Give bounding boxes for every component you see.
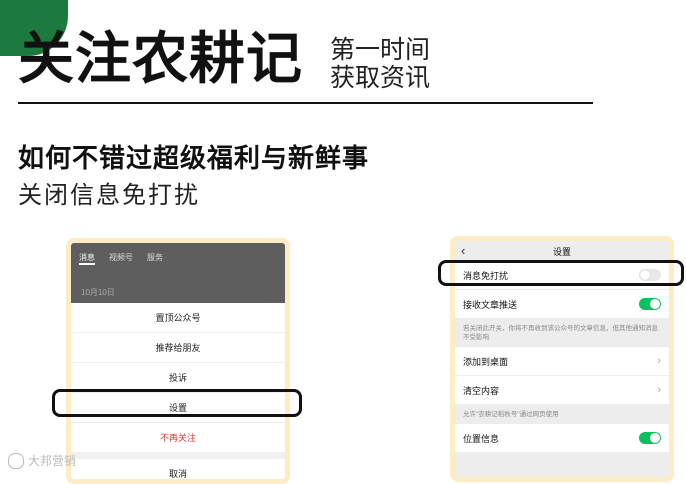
back-icon[interactable]: ‹: [461, 243, 465, 258]
title-divider: [18, 102, 593, 104]
watermark: 大邦营销: [8, 452, 76, 469]
page-subtitle: 第一时间 获取资讯: [330, 36, 430, 92]
settings-highlight-frame: [52, 389, 302, 417]
row-location: 位置信息: [455, 424, 669, 453]
settings-header: ‹ 设置: [455, 241, 669, 261]
tab-bar: 消息 视频号 服务: [71, 243, 285, 274]
chevron-right-icon: ›: [657, 384, 661, 396]
add-desktop-label: 添加到桌面: [463, 356, 509, 367]
tab-service[interactable]: 服务: [147, 252, 163, 265]
row-clear-content[interactable]: 清空内容 ›: [455, 376, 669, 405]
chevron-right-icon: ›: [657, 355, 661, 367]
location-label: 位置信息: [463, 433, 500, 444]
row-add-desktop[interactable]: 添加到桌面 ›: [455, 347, 669, 376]
row-receive-articles: 接收文章推送: [455, 290, 669, 319]
message-date: 10月10日: [81, 288, 115, 297]
watermark-logo-icon: [8, 452, 24, 469]
menu-unfollow[interactable]: 不再关注: [71, 423, 285, 453]
receive-note: 若关闭此开关，你将不再收到该公众号的文章信息，但其他通知消息不受影响: [463, 325, 658, 341]
headline-main: 如何不错过超级福利与新鲜事: [18, 143, 370, 173]
left-phone-screenshot: 消息 视频号 服务 10月10日 置顶公众号 推荐给朋友 投诉 设置 不再关注 …: [66, 238, 290, 484]
settings-title: 设置: [552, 246, 571, 257]
tab-messages[interactable]: 消息: [79, 252, 95, 265]
headline-sub: 关闭信息免打扰: [18, 182, 200, 209]
page-title: 关注农耕记: [18, 27, 303, 90]
receive-label: 接收文章推送: [463, 299, 518, 310]
watermark-text: 大邦营销: [28, 454, 77, 468]
tab-video[interactable]: 视频号: [109, 252, 133, 265]
receive-toggle[interactable]: [639, 298, 661, 310]
menu-pin-account[interactable]: 置顶公众号: [71, 303, 285, 333]
subtitle-line-2: 获取资讯: [330, 64, 431, 92]
clear-label: 清空内容: [463, 385, 500, 396]
dimmed-header: 消息 视频号 服务 10月10日: [71, 243, 285, 303]
menu-cancel[interactable]: 取消: [71, 459, 285, 479]
location-toggle[interactable]: [639, 432, 661, 444]
menu-recommend[interactable]: 推荐给朋友: [71, 333, 285, 363]
web-permission-note: 允许"农耕记稻秋号"通过网页使用: [463, 411, 559, 418]
subtitle-line-1: 第一时间: [330, 36, 431, 64]
dnd-highlight-frame: [438, 260, 684, 286]
